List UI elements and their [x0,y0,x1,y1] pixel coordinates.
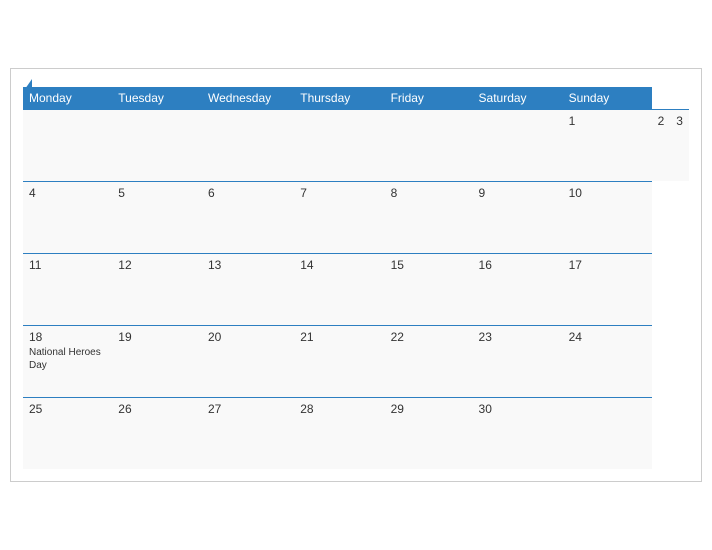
empty-cell [202,109,294,181]
day-cell-29: 29 [385,397,473,469]
day-number: 29 [391,402,467,416]
day-cell-18: 18 National Heroes Day [23,325,112,397]
day-cell-11: 11 [23,253,112,325]
day-cell-30: 30 [473,397,563,469]
day-event: National Heroes Day [29,346,106,372]
day-cell-16: 16 [473,253,563,325]
day-number: 9 [479,186,557,200]
day-cell-empty [385,109,473,181]
day-number: 14 [300,258,378,272]
day-number: 17 [569,258,646,272]
day-number: 6 [208,186,288,200]
day-number: 8 [391,186,467,200]
day-cell-empty [294,109,384,181]
logo [23,79,32,89]
empty-cell [23,109,112,181]
day-cell-22: 22 [385,325,473,397]
day-cell-26: 26 [112,397,202,469]
weekday-header-friday: Friday [385,87,473,110]
day-number: 12 [118,258,196,272]
weekday-header-saturday: Saturday [473,87,563,110]
week-row-2: 456789 10 [23,181,689,253]
day-cell-1: 1 [563,109,652,181]
day-cell-8: 8 [385,181,473,253]
day-number: 19 [118,330,196,344]
weekday-header-tuesday: Tuesday [112,87,202,110]
day-cell-13: 13 [202,253,294,325]
day-number: 25 [29,402,106,416]
day-number: 22 [391,330,467,344]
day-number: 28 [300,402,378,416]
logo-triangle-icon [25,79,32,89]
day-number: 13 [208,258,288,272]
day-cell-7: 7 [294,181,384,253]
calendar-container: MondayTuesdayWednesdayThursdayFridaySatu… [10,68,702,483]
day-cell-17: 17 [563,253,652,325]
week-row-4: 18 National Heroes Day 19 20 21 22 23 24 [23,325,689,397]
day-cell-21: 21 [294,325,384,397]
day-cell-6: 6 [202,181,294,253]
day-cell-2: 2 [652,109,671,181]
day-number: 23 [479,330,557,344]
weekday-header-thursday: Thursday [294,87,384,110]
day-number: 5 [118,186,196,200]
week-row-5: 25 26 27 28 29 30 [23,397,689,469]
day-number: 7 [300,186,378,200]
week-row-1: 123 [23,109,689,181]
day-number: 24 [569,330,646,344]
day-cell-10: 10 [563,181,652,253]
weekday-header-sunday: Sunday [563,87,652,110]
day-number: 16 [479,258,557,272]
day-number: 10 [569,186,646,200]
day-cell-12: 12 [112,253,202,325]
day-cell-9: 9 [473,181,563,253]
day-cell-14: 14 [294,253,384,325]
day-number: 1 [569,114,646,128]
day-cell-empty [563,397,652,469]
empty-cell [112,109,202,181]
weekday-header-monday: Monday [23,87,112,110]
day-number: 20 [208,330,288,344]
calendar-grid: MondayTuesdayWednesdayThursdayFridaySatu… [23,87,689,470]
day-cell-27: 27 [202,397,294,469]
day-cell-empty [473,109,563,181]
day-cell-5: 5 [112,181,202,253]
day-number: 11 [29,258,106,272]
day-cell-19: 19 [112,325,202,397]
day-cell-3: 3 [670,109,689,181]
day-cell-4: 4 [23,181,112,253]
day-number: 27 [208,402,288,416]
day-number: 15 [391,258,467,272]
day-cell-25: 25 [23,397,112,469]
day-cell-28: 28 [294,397,384,469]
day-number: 21 [300,330,378,344]
day-cell-23: 23 [473,325,563,397]
weekday-header-row: MondayTuesdayWednesdayThursdayFridaySatu… [23,87,689,110]
day-number: 4 [29,186,106,200]
day-cell-24: 24 [563,325,652,397]
day-number: 26 [118,402,196,416]
day-number: 2 [658,114,665,128]
day-cell-20: 20 [202,325,294,397]
day-number: 30 [479,402,557,416]
day-cell-15: 15 [385,253,473,325]
day-number: 3 [676,114,683,128]
weekday-header-wednesday: Wednesday [202,87,294,110]
week-row-3: 11 12 13 14 15 16 17 [23,253,689,325]
day-number: 18 [29,330,106,344]
